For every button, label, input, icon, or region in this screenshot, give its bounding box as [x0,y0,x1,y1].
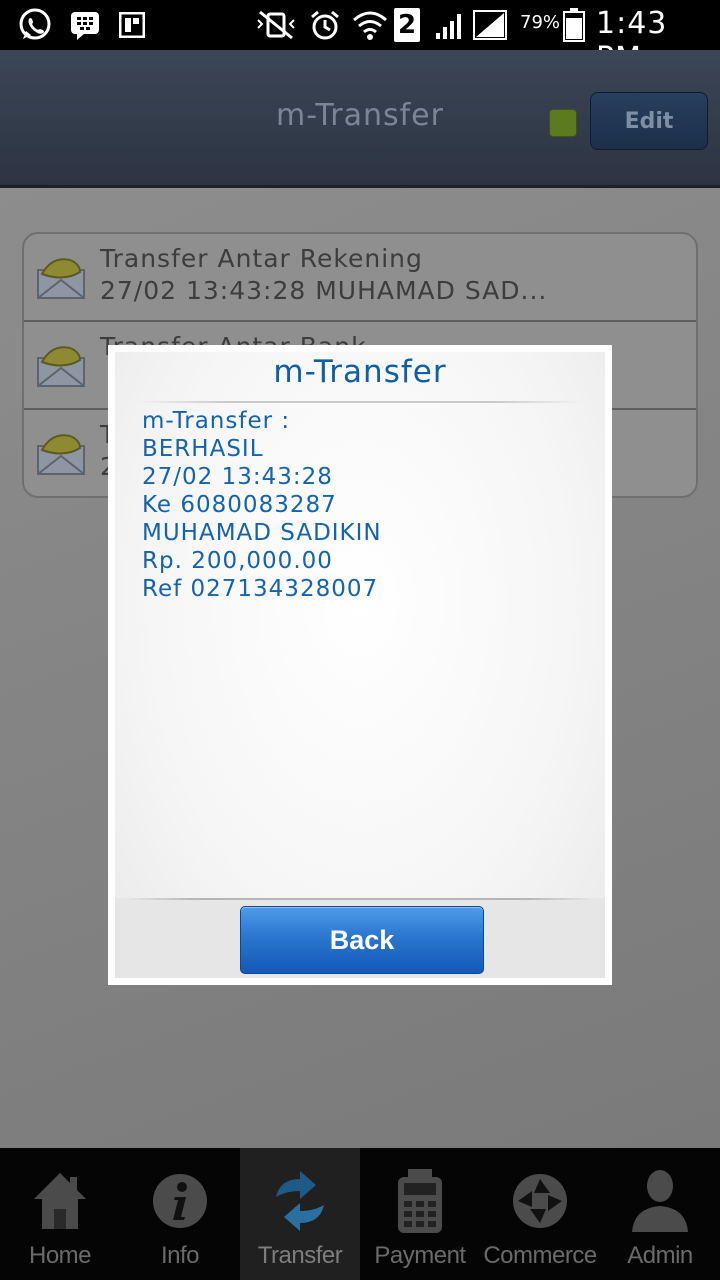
flipboard-icon [118,8,146,42]
list-item-title: Transfer Antar Rekening [100,244,423,273]
message-line: BERHASIL [142,436,264,462]
nav-item-home[interactable]: Home [0,1148,120,1280]
admin-icon [622,1160,698,1242]
envelope-icon [36,344,86,388]
message-line: Ke 6080083287 [142,492,337,518]
nav-label: Transfer [257,1242,343,1269]
dialog-message: m-Transfer : BERHASIL 27/02 13:43:28 Ke … [142,407,582,603]
alarm-icon [308,8,342,42]
info-icon [142,1160,218,1242]
bbm-icon [68,8,102,42]
dialog-footer-divider [127,898,593,900]
wifi-icon [352,8,388,42]
whatsapp-icon [16,8,54,42]
payment-icon [382,1160,458,1242]
dialog-title: m-Transfer [273,354,447,390]
nav-item-admin[interactable]: Admin [600,1148,720,1280]
home-icon [22,1160,98,1242]
message-line: m-Transfer : [142,408,291,434]
sim-slot-badge: 2 [394,8,420,42]
nav-label: Info [160,1242,200,1269]
message-line: 27/02 13:43:28 [142,464,333,490]
edit-button[interactable]: Edit [590,92,708,150]
commerce-icon [502,1160,578,1242]
nav-label: Admin [627,1242,693,1269]
bottom-nav: Home Info Transfer Payment Commerce Admi… [0,1148,720,1280]
dialog-panel: m-Transfer m-Transfer : BERHASIL 27/02 1… [115,352,605,978]
status-bar: 2 79% 1:43 PM [0,0,720,76]
nav-item-info[interactable]: Info [120,1148,240,1280]
envelope-icon [36,432,86,476]
dialog-divider [137,401,583,403]
transfer-icon [262,1160,338,1242]
nav-label: Commerce [483,1242,597,1269]
battery-icon [562,8,586,42]
list-item-subtitle: 27/02 13:43:28 MUHAMAD SAD... [100,276,548,305]
nav-label: Payment [374,1242,466,1269]
back-button[interactable]: Back [240,906,484,974]
signal-icon [434,8,508,42]
silent-icon [254,8,298,42]
list-item[interactable]: Transfer Antar Rekening 27/02 13:43:28 M… [24,234,696,322]
message-line: Rp. 200,000.00 [142,548,333,574]
transfer-result-dialog: m-Transfer m-Transfer : BERHASIL 27/02 1… [108,345,612,985]
nav-item-transfer[interactable]: Transfer [240,1148,360,1280]
nav-item-commerce[interactable]: Commerce [480,1148,600,1280]
battery-percent: 79% [520,12,561,33]
connection-status-indicator [549,109,577,137]
envelope-icon [36,256,86,300]
message-line: Ref 027134328007 [142,576,379,602]
message-line: MUHAMAD SADIKIN [142,520,382,546]
nav-item-payment[interactable]: Payment [360,1148,480,1280]
